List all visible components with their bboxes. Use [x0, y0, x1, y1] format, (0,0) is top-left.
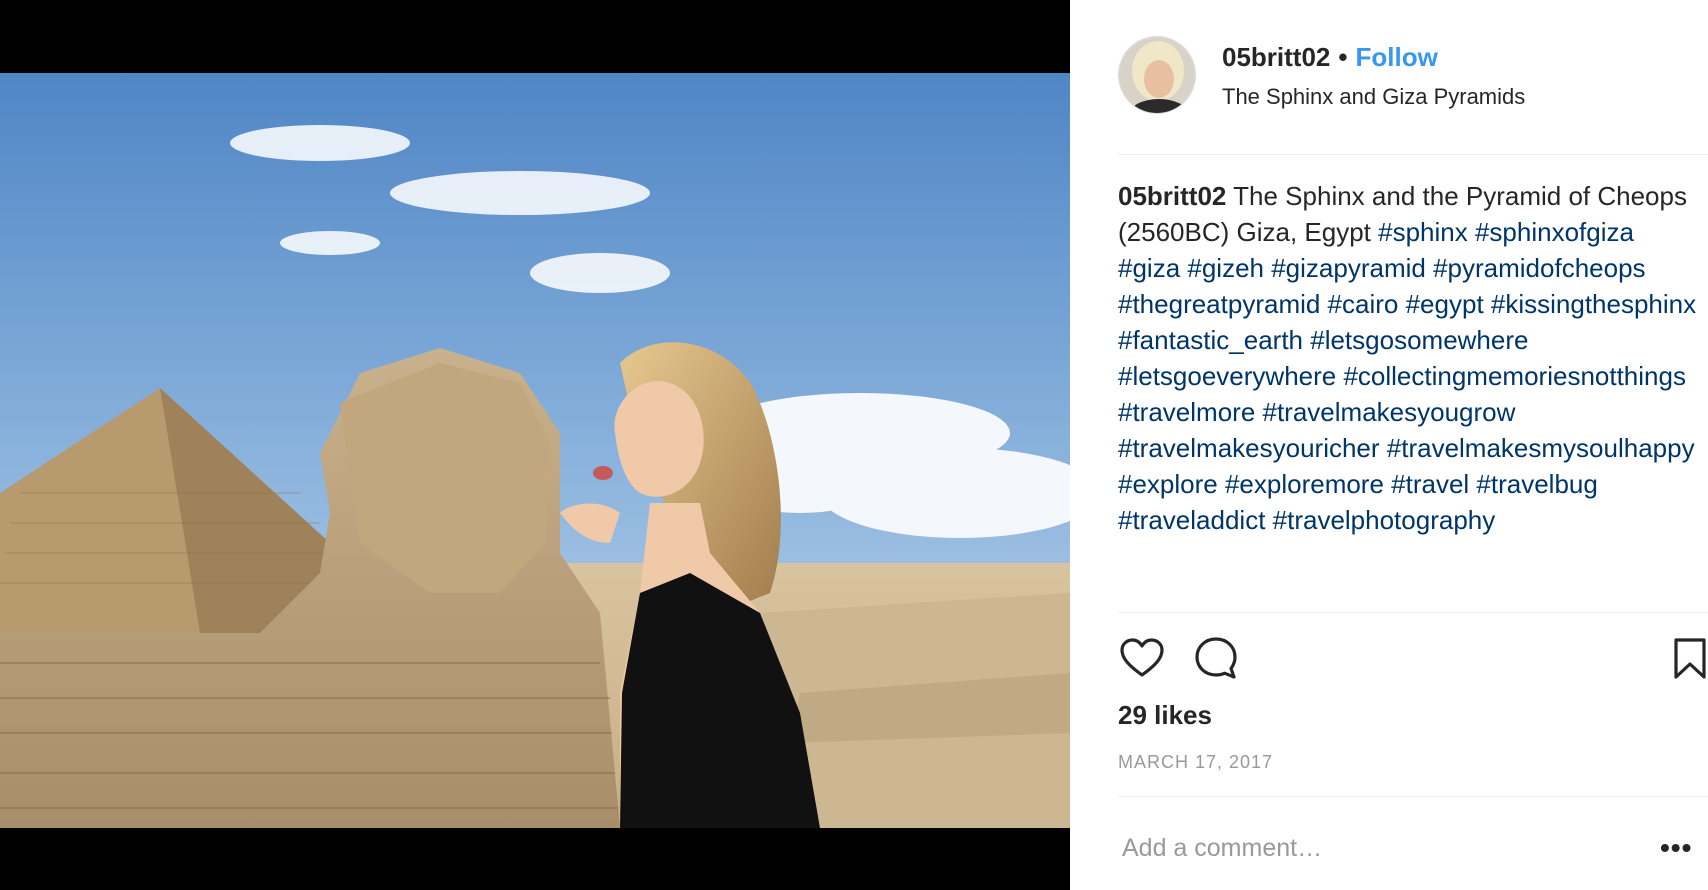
heart-icon[interactable]	[1118, 634, 1166, 682]
separator-dot: •	[1338, 42, 1348, 72]
caption-hashtags[interactable]: #sphinx #sphinxofgiza #giza #gizeh #giza…	[1118, 217, 1696, 535]
post-photo[interactable]	[0, 73, 1070, 828]
avatar-image	[1119, 37, 1195, 113]
post-date: MARCH 17, 2017	[1118, 752, 1274, 772]
post-sidebar: 05britt02 • Follow The Sphinx and Giza Pyr…	[1070, 0, 1708, 890]
follow-button[interactable]: Follow	[1356, 42, 1438, 72]
comment-divider	[1118, 796, 1708, 797]
caption-username[interactable]: 05britt02	[1118, 181, 1226, 211]
post-actions	[1118, 634, 1708, 684]
comment-icon[interactable]	[1192, 634, 1240, 682]
post-caption: 05britt02 The Sphinx and the Pyramid of …	[1118, 178, 1698, 538]
more-options-icon[interactable]: •••	[1660, 832, 1692, 864]
likes-count[interactable]: 29 likes	[1118, 700, 1212, 731]
comment-input[interactable]	[1118, 828, 1646, 868]
bookmark-icon[interactable]	[1666, 634, 1708, 682]
username-link[interactable]: 05britt02	[1222, 42, 1330, 72]
post-header: 05britt02 • Follow The Sphinx and Giza Pyr…	[1118, 30, 1678, 120]
header-divider	[1118, 154, 1708, 155]
avatar[interactable]	[1118, 36, 1196, 114]
location-link[interactable]: The Sphinx and Giza Pyramids	[1222, 84, 1525, 110]
photo-image	[0, 73, 1070, 828]
header-line: 05britt02 • Follow	[1222, 42, 1438, 73]
caption-divider	[1118, 612, 1708, 613]
post-media	[0, 0, 1070, 890]
